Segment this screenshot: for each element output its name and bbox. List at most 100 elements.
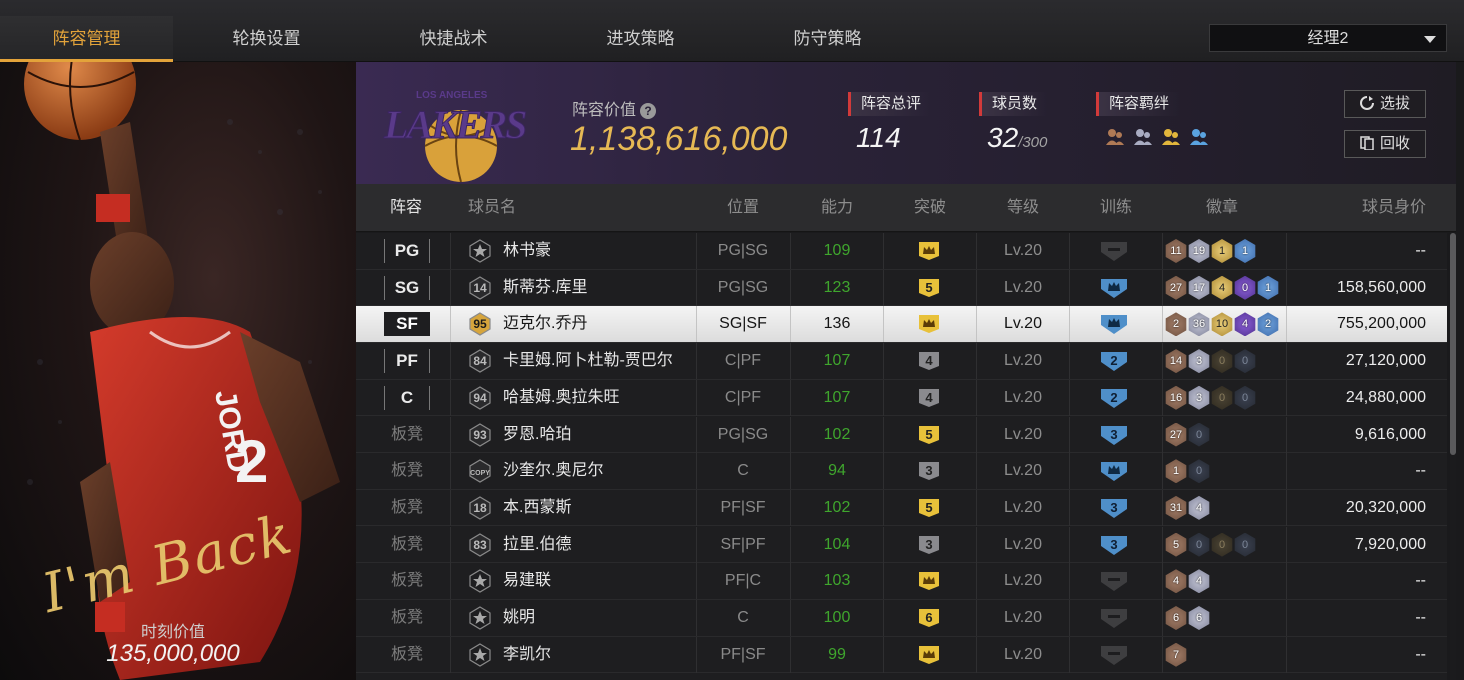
player-value: 24,880,000: [1345, 388, 1426, 406]
col-ability[interactable]: 能力: [790, 184, 884, 232]
player-name[interactable]: 林书豪: [503, 233, 551, 269]
tab-defense-strategy[interactable]: 防守策略: [741, 16, 914, 62]
tab-rotation-settings[interactable]: 轮换设置: [180, 16, 353, 62]
badge-list[interactable]: 16 3 0 0: [1164, 385, 1256, 410]
bond-bronze-icon[interactable]: [1104, 126, 1126, 148]
col-lineup[interactable]: 阵容: [356, 184, 456, 232]
table-row[interactable]: 板凳 83 拉里.伯德 SF|PF 104 3 Lv.20 3 5 0 0 0 7,920,000: [356, 526, 1447, 564]
column-divider: [450, 416, 451, 453]
badge-list[interactable]: 27 0: [1164, 422, 1210, 447]
table-row[interactable]: 板凳 COPY 沙奎尔.奥尼尔 C 94 3 Lv.20 1 0 --: [356, 453, 1447, 490]
column-divider: [1162, 526, 1163, 563]
badge-bronze-icon: 6: [1165, 606, 1187, 630]
player-ability: 102: [823, 498, 851, 516]
badge-silver-icon: 6: [1188, 606, 1210, 630]
badge-silver-icon: 19: [1188, 239, 1210, 263]
draft-button[interactable]: 选拔: [1344, 90, 1426, 118]
badge-list[interactable]: 10: [1164, 459, 1210, 484]
col-training[interactable]: 训练: [1069, 184, 1163, 232]
recycle-button[interactable]: 回收: [1344, 130, 1426, 158]
svg-text:LAKERS: LAKERS: [383, 102, 526, 147]
player-value: 9,616,000: [1354, 425, 1426, 443]
table-row[interactable]: 板凳 姚明 C 100 6 Lv.20 6 6 --: [356, 600, 1447, 637]
badge-dark-icon: 0: [1211, 385, 1233, 410]
table-row[interactable]: 板凳 93 罗恩.哈珀 PG|SG 102 5 Lv.20 3 27 0 9,616,000: [356, 416, 1447, 454]
badge-list[interactable]: 11 19 1 1: [1164, 239, 1256, 263]
tab-lineup-management[interactable]: 阵容管理: [0, 16, 173, 62]
player-position: SF|PF: [720, 535, 766, 553]
col-badges[interactable]: 徽章: [1162, 184, 1282, 232]
player-name[interactable]: 斯蒂芬.库里: [503, 270, 587, 306]
bond-gold-icon[interactable]: [1160, 126, 1182, 148]
col-breakthrough[interactable]: 突破: [883, 184, 977, 232]
column-divider: [1162, 343, 1163, 380]
breakthrough-level-icon: 5: [919, 425, 939, 444]
svg-text:3: 3: [925, 463, 932, 478]
svg-text:94: 94: [473, 391, 487, 405]
col-player-value[interactable]: 球员身价: [1316, 184, 1426, 232]
player-name[interactable]: 姚明: [503, 600, 535, 636]
manager-select[interactable]: 经理2: [1209, 24, 1447, 52]
table-row[interactable]: PG 林书豪 PG|SG 109 Lv.20 11 19 1 1 --: [356, 233, 1447, 270]
col-level[interactable]: 等级: [976, 184, 1070, 232]
column-divider: [450, 306, 451, 343]
badge-list[interactable]: 27 17 4 0 1: [1164, 275, 1279, 300]
breakthrough-level-icon: 4: [919, 352, 939, 371]
bench-slot: 板凳: [390, 609, 423, 626]
scrollbar-thumb[interactable]: [1450, 233, 1456, 455]
svg-text:5: 5: [925, 500, 932, 515]
table-row[interactable]: 板凳 李凯尔 PF|SF 99 Lv.20 7 --: [356, 636, 1447, 674]
player-name[interactable]: 拉里.伯德: [503, 527, 571, 563]
player-name[interactable]: 罗恩.哈珀: [503, 417, 571, 453]
breakthrough-crown-icon: [919, 645, 939, 664]
table-row[interactable]: 板凳 易建联 PF|C 103 Lv.20 4 4 --: [356, 563, 1447, 600]
player-value: --: [1415, 462, 1426, 480]
featured-player-panel[interactable]: JORD 2 I'm Back 时刻价值 135,000,000: [0, 62, 356, 680]
player-name[interactable]: 李凯尔: [503, 637, 551, 673]
player-ability: 102: [823, 425, 851, 443]
bond-silver-icon[interactable]: [1132, 126, 1154, 148]
table-row[interactable]: 板凳 18 本.西蒙斯 PF|SF 102 5 Lv.20 3 31 4 20,320,000: [356, 489, 1447, 527]
player-name[interactable]: 迈克尔.乔丹: [503, 306, 587, 342]
help-icon[interactable]: ?: [640, 103, 657, 119]
moment-value: 135,000,000: [106, 640, 240, 667]
player-position: C|PF: [724, 388, 762, 406]
badge-list[interactable]: 2 36 10 4 2: [1164, 312, 1279, 337]
player-name[interactable]: 易建联: [503, 563, 551, 599]
tier-badge-icon: COPY: [469, 459, 491, 483]
table-row[interactable]: PF 84 卡里姆.阿卜杜勒-贾巴尔 C|PF 107 4 Lv.20 2 14 3 0 0 27,12…: [356, 343, 1447, 380]
badge-list[interactable]: 31 4: [1164, 495, 1210, 520]
tab-quick-tactics[interactable]: 快捷战术: [367, 16, 540, 62]
bond-blue-icon[interactable]: [1188, 126, 1210, 148]
table-row[interactable]: SG 14 斯蒂芬.库里 PG|SG 123 5 Lv.20 27 17 4 0 1 158,560,0…: [356, 269, 1447, 307]
badge-bronze-icon: 31: [1165, 495, 1187, 520]
badge-silver-icon: 3: [1188, 349, 1210, 374]
tab-offense-strategy[interactable]: 进攻策略: [554, 16, 727, 62]
column-divider: [450, 269, 451, 306]
refresh-icon: [1360, 96, 1374, 110]
column-divider: [450, 636, 451, 673]
badge-list[interactable]: 5000: [1164, 532, 1256, 557]
col-player-name[interactable]: 球员名: [468, 184, 528, 232]
badge-list[interactable]: 66: [1164, 606, 1210, 630]
star-tier-icon: [469, 239, 491, 263]
badge-gold-icon: 4: [1211, 275, 1233, 300]
table-row[interactable]: C 94 哈基姆.奥拉朱旺 C|PF 107 4 Lv.20 2 16 3 0 0 24,880,000: [356, 379, 1447, 417]
col-position[interactable]: 位置: [696, 184, 790, 232]
table-row[interactable]: SF 95 迈克尔.乔丹 SG|SF 136 Lv.20 2 36 10 4 2 755,200,00…: [356, 306, 1447, 343]
player-name[interactable]: 沙奎尔.奥尼尔: [503, 453, 603, 489]
player-position: SG|SF: [719, 315, 767, 333]
badge-list[interactable]: 44: [1164, 569, 1210, 594]
team-bonds[interactable]: [1104, 126, 1210, 148]
player-name[interactable]: 本.西蒙斯: [503, 490, 571, 526]
player-name[interactable]: 卡里姆.阿卜杜勒-贾巴尔: [503, 343, 673, 379]
svg-text:2: 2: [1110, 353, 1117, 368]
player-position: C: [737, 462, 749, 480]
moment-value-label: 时刻价值: [140, 624, 205, 641]
training-level-icon: 3: [1101, 425, 1127, 445]
player-name[interactable]: 哈基姆.奥拉朱旺: [503, 380, 619, 416]
badge-darks-icon: 0: [1188, 459, 1210, 484]
badge-list[interactable]: 14 3 0 0: [1164, 349, 1256, 374]
badge-list[interactable]: 7: [1164, 642, 1187, 667]
player-value: --: [1415, 609, 1426, 626]
